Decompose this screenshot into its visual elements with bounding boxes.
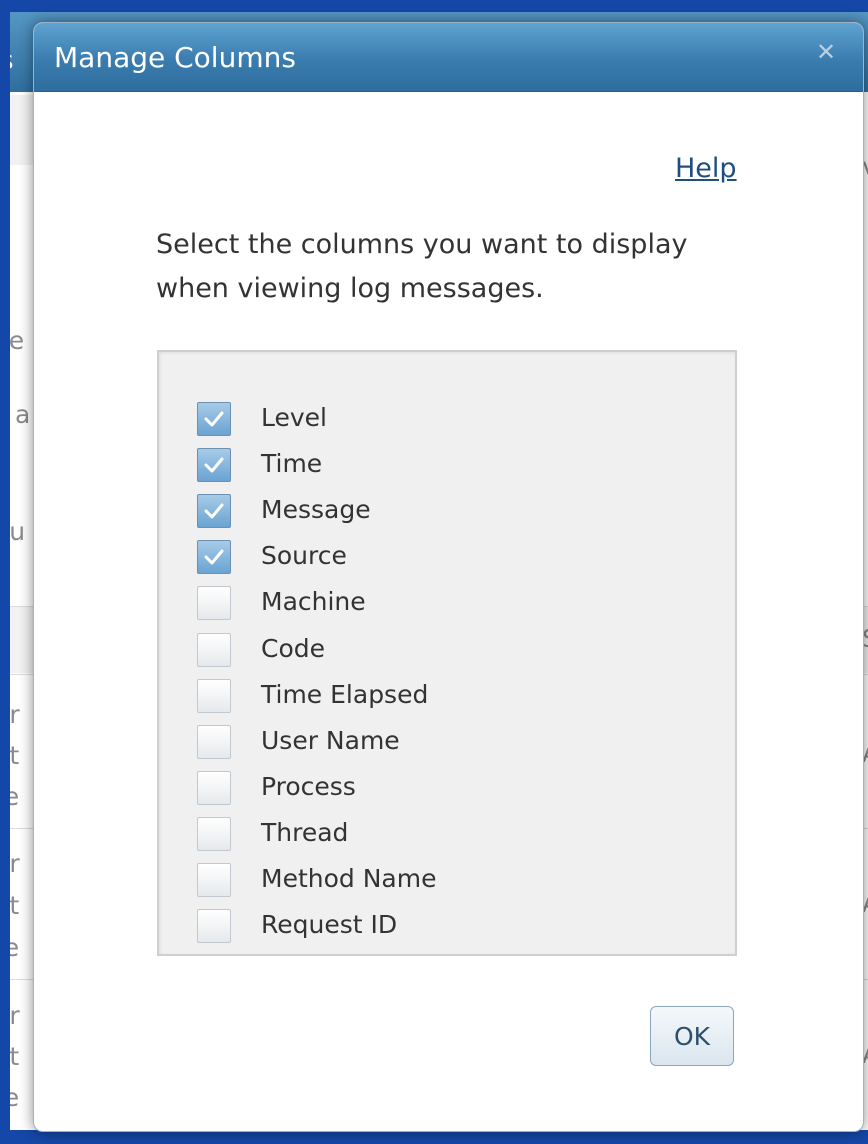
column-label: Process (261, 771, 356, 801)
column-label: User Name (261, 725, 400, 755)
column-option[interactable]: Level (197, 398, 697, 438)
column-label: Thread (261, 817, 349, 847)
help-link[interactable]: Help (675, 153, 737, 184)
manage-columns-dialog: Manage Columns ✕ Help Select the columns… (33, 22, 864, 1132)
column-label: Level (261, 403, 327, 432)
column-list: Level Time Message Source Machine Code Time El… (157, 350, 737, 956)
column-label: Time (261, 449, 323, 479)
dialog-header: Manage Columns ✕ (34, 23, 863, 92)
check-icon (204, 411, 224, 427)
dialog-title: Manage Columns (54, 41, 296, 74)
column-option[interactable]: Code (197, 629, 697, 669)
column-checkbox[interactable] (197, 586, 231, 621)
column-checkbox[interactable] (197, 770, 231, 805)
column-checkbox[interactable] (197, 863, 231, 897)
column-checkbox[interactable] (197, 909, 231, 944)
dialog-instructions: Select the columns you want to display w… (156, 229, 688, 304)
column-option[interactable]: Request ID (197, 905, 697, 945)
column-checkbox[interactable] (197, 632, 231, 667)
window-frame-top (0, 0, 868, 12)
column-checkbox[interactable] (197, 494, 231, 529)
window-frame-left (0, 0, 10, 1144)
column-checkbox[interactable] (197, 540, 231, 575)
column-label: Message (261, 495, 371, 525)
column-option[interactable]: Machine (197, 582, 697, 622)
column-label: Method Name (261, 864, 437, 893)
column-option[interactable]: Source (197, 536, 697, 576)
close-icon[interactable]: ✕ (815, 40, 837, 64)
column-option[interactable]: Thread (197, 813, 697, 853)
column-option[interactable]: Message (197, 490, 697, 530)
column-option[interactable]: Process (197, 767, 697, 807)
column-label: Machine (261, 587, 366, 617)
column-checkbox[interactable] (197, 724, 231, 759)
column-checkbox[interactable] (197, 448, 231, 483)
column-label: Request ID (261, 910, 398, 940)
column-checkbox[interactable] (197, 402, 231, 436)
column-checkbox[interactable] (197, 678, 231, 713)
column-label: Time Elapsed (261, 679, 429, 709)
column-option[interactable]: Method Name (197, 859, 697, 899)
column-label: Source (261, 541, 347, 571)
check-icon (204, 457, 224, 473)
column-option[interactable]: User Name (197, 721, 697, 761)
column-checkbox[interactable] (197, 816, 231, 851)
column-option[interactable]: Time (197, 444, 697, 484)
check-icon (204, 503, 224, 519)
check-icon (204, 549, 224, 565)
column-option[interactable]: Time Elapsed (197, 675, 697, 715)
column-label: Code (261, 633, 326, 663)
window-frame-bottom (0, 1130, 868, 1144)
ok-button[interactable]: OK (650, 1006, 734, 1066)
